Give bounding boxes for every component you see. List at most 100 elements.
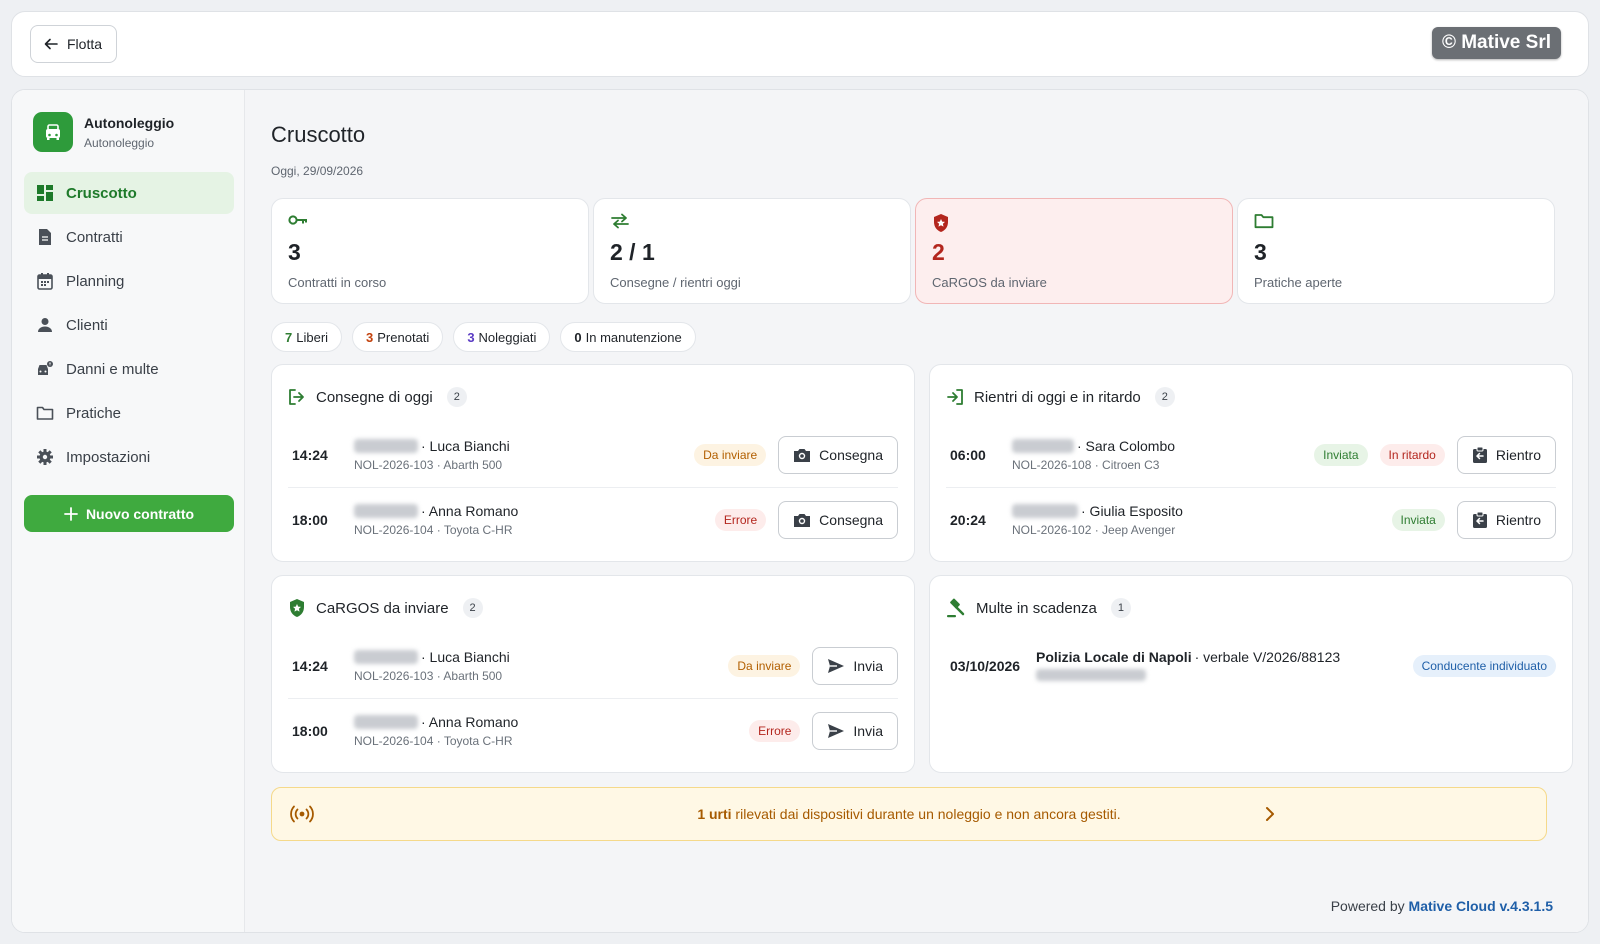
card-header: CaRGOS da inviare 2 xyxy=(288,598,483,618)
alert-message: 1 urti rilevati dai dispositivi durante … xyxy=(272,806,1546,822)
key-icon xyxy=(288,215,307,225)
main-content: Cruscotto Oggi, 29/09/2026 3 Contratti i… xyxy=(245,90,1588,932)
send-button[interactable]: Invia xyxy=(812,647,898,685)
alert-count: 1 urti xyxy=(697,806,732,822)
impact-alert-banner[interactable]: 1 urti rilevati dai dispositivi durante … xyxy=(271,787,1547,841)
fine-row[interactable]: 03/10/2026 Polizia Locale di Napoli · ve… xyxy=(946,634,1556,698)
send-icon xyxy=(828,659,845,673)
sidebar-item-contratti[interactable]: Contratti xyxy=(24,216,234,258)
swap-icon xyxy=(611,213,629,229)
stat-card-deliveries-returns[interactable]: 2 / 1 Consegne / rientri oggi xyxy=(593,198,911,304)
status-badge: Errore xyxy=(749,719,801,742)
sidebar-item-label: Clienti xyxy=(66,316,108,334)
shield-icon xyxy=(934,214,948,232)
chip-label: Noleggiati xyxy=(478,329,537,345)
calendar-icon xyxy=(37,273,53,290)
chip-label: Prenotati xyxy=(377,329,430,345)
delivery-row: 18:00 · Anna Romano NOL-2026-104 · Toyot… xyxy=(288,487,898,551)
sidebar-item-label: Impostazioni xyxy=(66,448,151,466)
card-count: 2 xyxy=(446,387,467,407)
status-badge: Inviata xyxy=(1314,444,1368,466)
return-clipboard-icon xyxy=(1472,511,1487,528)
chevron-right-icon xyxy=(1266,807,1274,821)
redacted-plate xyxy=(1012,503,1078,518)
stat-value: 3 xyxy=(288,239,301,265)
camera-icon xyxy=(794,449,811,462)
stat-value: 2 / 1 xyxy=(610,239,655,265)
redacted-plate xyxy=(354,714,418,729)
action-label: Invia xyxy=(853,722,883,739)
new-contract-label: Nuovo contratto xyxy=(85,505,195,522)
sidebar-item-impostazioni[interactable]: Impostazioni xyxy=(24,436,234,478)
card-header: Multe in scadenza 1 xyxy=(946,598,1131,618)
return-row: 06:00 · Sara Colombo NOL-2026-108 · Citr… xyxy=(946,423,1556,487)
top-bar: Flotta © Mative Srl xyxy=(11,11,1589,77)
chip-maintenance[interactable]: 0 In manutenzione xyxy=(560,322,696,352)
card-count: 2 xyxy=(1154,387,1175,407)
app-shell: Autonoleggio Autonoleggio Cruscotto Cont… xyxy=(11,89,1589,933)
card-header: Rientri di oggi e in ritardo 2 xyxy=(946,387,1175,407)
stat-value: 2 xyxy=(932,239,945,265)
sidebar-item-pratiche[interactable]: Pratiche xyxy=(24,392,234,434)
dashboard-icon xyxy=(37,185,53,201)
back-button-label: Flotta xyxy=(67,36,103,52)
redacted-plate xyxy=(354,650,418,664)
sidebar-item-label: Planning xyxy=(66,272,125,290)
camera-icon xyxy=(794,513,811,527)
return-clipboard-icon xyxy=(1472,446,1487,463)
contract-vehicle: NOL-2026-103 · Abarth 500 xyxy=(354,669,503,683)
return-button[interactable]: Rientro xyxy=(1456,500,1556,539)
customer-name: · Sara Colombo xyxy=(1077,438,1176,454)
folder-icon xyxy=(36,406,54,420)
sidebar-item-cruscotto[interactable]: Cruscotto xyxy=(24,172,234,214)
shield-icon xyxy=(290,599,304,617)
exit-icon xyxy=(289,389,304,405)
stat-card-open-files[interactable]: 3 Pratiche aperte xyxy=(1237,198,1555,304)
footer-product-link[interactable]: Mative Cloud v.4.3.1.5 xyxy=(1409,898,1553,914)
contract-vehicle: NOL-2026-108 · Citroen C3 xyxy=(1012,458,1160,472)
chip-available[interactable]: 7 Liberi xyxy=(271,322,343,352)
customer-name: · Anna Romano xyxy=(421,713,519,730)
brand-name: Autonoleggio xyxy=(84,114,175,131)
chip-count: 7 xyxy=(285,329,293,345)
cargos-row: 18:00 · Anna Romano NOL-2026-104 · Toyot… xyxy=(288,698,898,762)
action-label: Consegna xyxy=(819,447,883,463)
status-badge: Errore xyxy=(714,508,767,531)
card-header: Consegne di oggi 2 xyxy=(288,387,467,407)
stat-card-cargos[interactable]: 2 CaRGOS da inviare xyxy=(915,198,1233,304)
contract-vehicle: NOL-2026-104 · Toyota C-HR xyxy=(354,522,513,537)
enter-icon xyxy=(947,389,963,405)
send-button[interactable]: Invia xyxy=(812,711,898,750)
deliver-button[interactable]: Consegna xyxy=(778,436,898,474)
sidebar-item-danni-e-multe[interactable]: Danni e multe xyxy=(24,348,234,390)
action-label: Invia xyxy=(853,658,883,674)
chip-rented[interactable]: 3 Noleggiati xyxy=(453,322,551,352)
return-row: 20:24 · Giulia Esposito NOL-2026-102 · J… xyxy=(946,487,1556,551)
new-contract-button[interactable]: Nuovo contratto xyxy=(24,495,234,532)
status-badge: Conducente individuato xyxy=(1412,655,1556,677)
back-to-fleet-button[interactable]: Flotta xyxy=(30,25,118,63)
alert-text: rilevati dai dispositivi durante un nole… xyxy=(731,806,1121,822)
sidebar-item-clienti[interactable]: Clienti xyxy=(24,304,234,346)
chip-booked[interactable]: 3 Prenotati xyxy=(352,322,444,352)
redacted-plate xyxy=(354,439,418,453)
stat-card-contracts[interactable]: 3 Contratti in corso xyxy=(271,198,589,304)
delivery-row: 14:24 · Luca Bianchi NOL-2026-103 · Abar… xyxy=(288,423,898,487)
return-button[interactable]: Rientro xyxy=(1456,436,1556,474)
gear-icon xyxy=(37,449,53,465)
fine-authority: Polizia Locale di Napoli xyxy=(1036,648,1192,665)
copyright-badge: © Mative Srl xyxy=(1431,27,1561,59)
chip-label: In manutenzione xyxy=(585,329,682,345)
send-icon xyxy=(828,723,845,738)
sidebar-item-planning[interactable]: Planning xyxy=(24,260,234,302)
page-date: Oggi, 29/09/2026 xyxy=(271,164,364,178)
stat-label: Pratiche aperte xyxy=(1254,275,1343,290)
card-count: 1 xyxy=(1110,598,1131,618)
redacted-plate xyxy=(354,503,418,518)
deliver-button[interactable]: Consegna xyxy=(778,500,898,539)
car-damage-icon xyxy=(38,361,53,375)
stat-label: Consegne / rientri oggi xyxy=(610,275,741,290)
contract-vehicle: NOL-2026-104 · Toyota C-HR xyxy=(354,733,513,748)
row-time: 14:24 xyxy=(292,447,328,463)
customer-name: · Luca Bianchi xyxy=(421,649,510,665)
